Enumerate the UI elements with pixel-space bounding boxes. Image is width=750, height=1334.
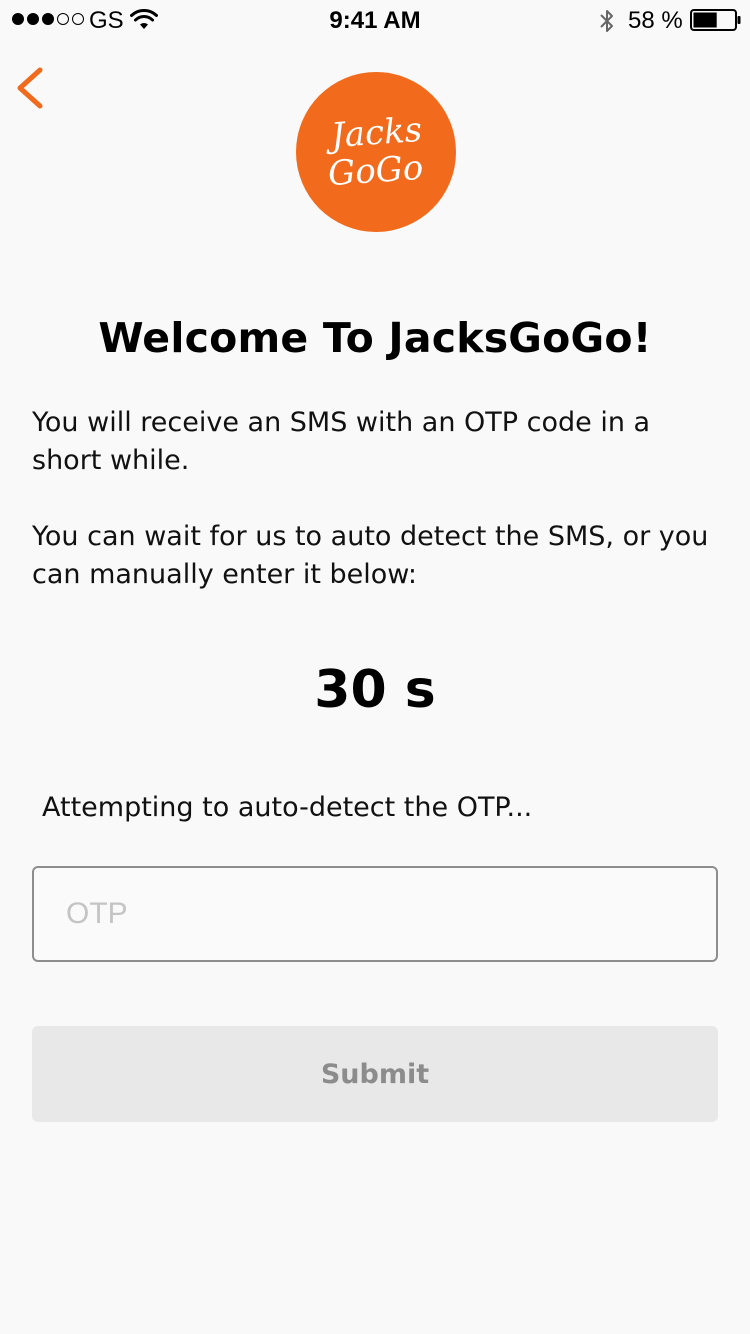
submit-button[interactable]: Submit (32, 1026, 718, 1122)
sms-info-text: You will receive an SMS with an OTP code… (32, 407, 651, 476)
otp-verification-screen: GS 9:41 AM 58 % Jacks GoGo Welcome To Ja… (0, 0, 750, 1334)
auto-detect-status: Attempting to auto-detect the OTP... (42, 792, 533, 823)
battery-percent: 58 % (628, 7, 683, 34)
page-title: Welcome To JacksGoGo! (98, 314, 652, 362)
logo-line-2: GoGo (327, 147, 425, 195)
bluetooth-icon (600, 10, 613, 32)
back-chevron-icon[interactable] (10, 62, 54, 114)
jacksgogo-logo: Jacks GoGo (296, 72, 456, 232)
countdown-timer: 30 s (314, 660, 436, 720)
otp-input[interactable] (32, 866, 718, 962)
manual-entry-info-text: You can wait for us to auto detect the S… (32, 521, 709, 590)
battery-icon (690, 9, 741, 31)
status-bar: GS 9:41 AM 58 % (0, 0, 750, 40)
